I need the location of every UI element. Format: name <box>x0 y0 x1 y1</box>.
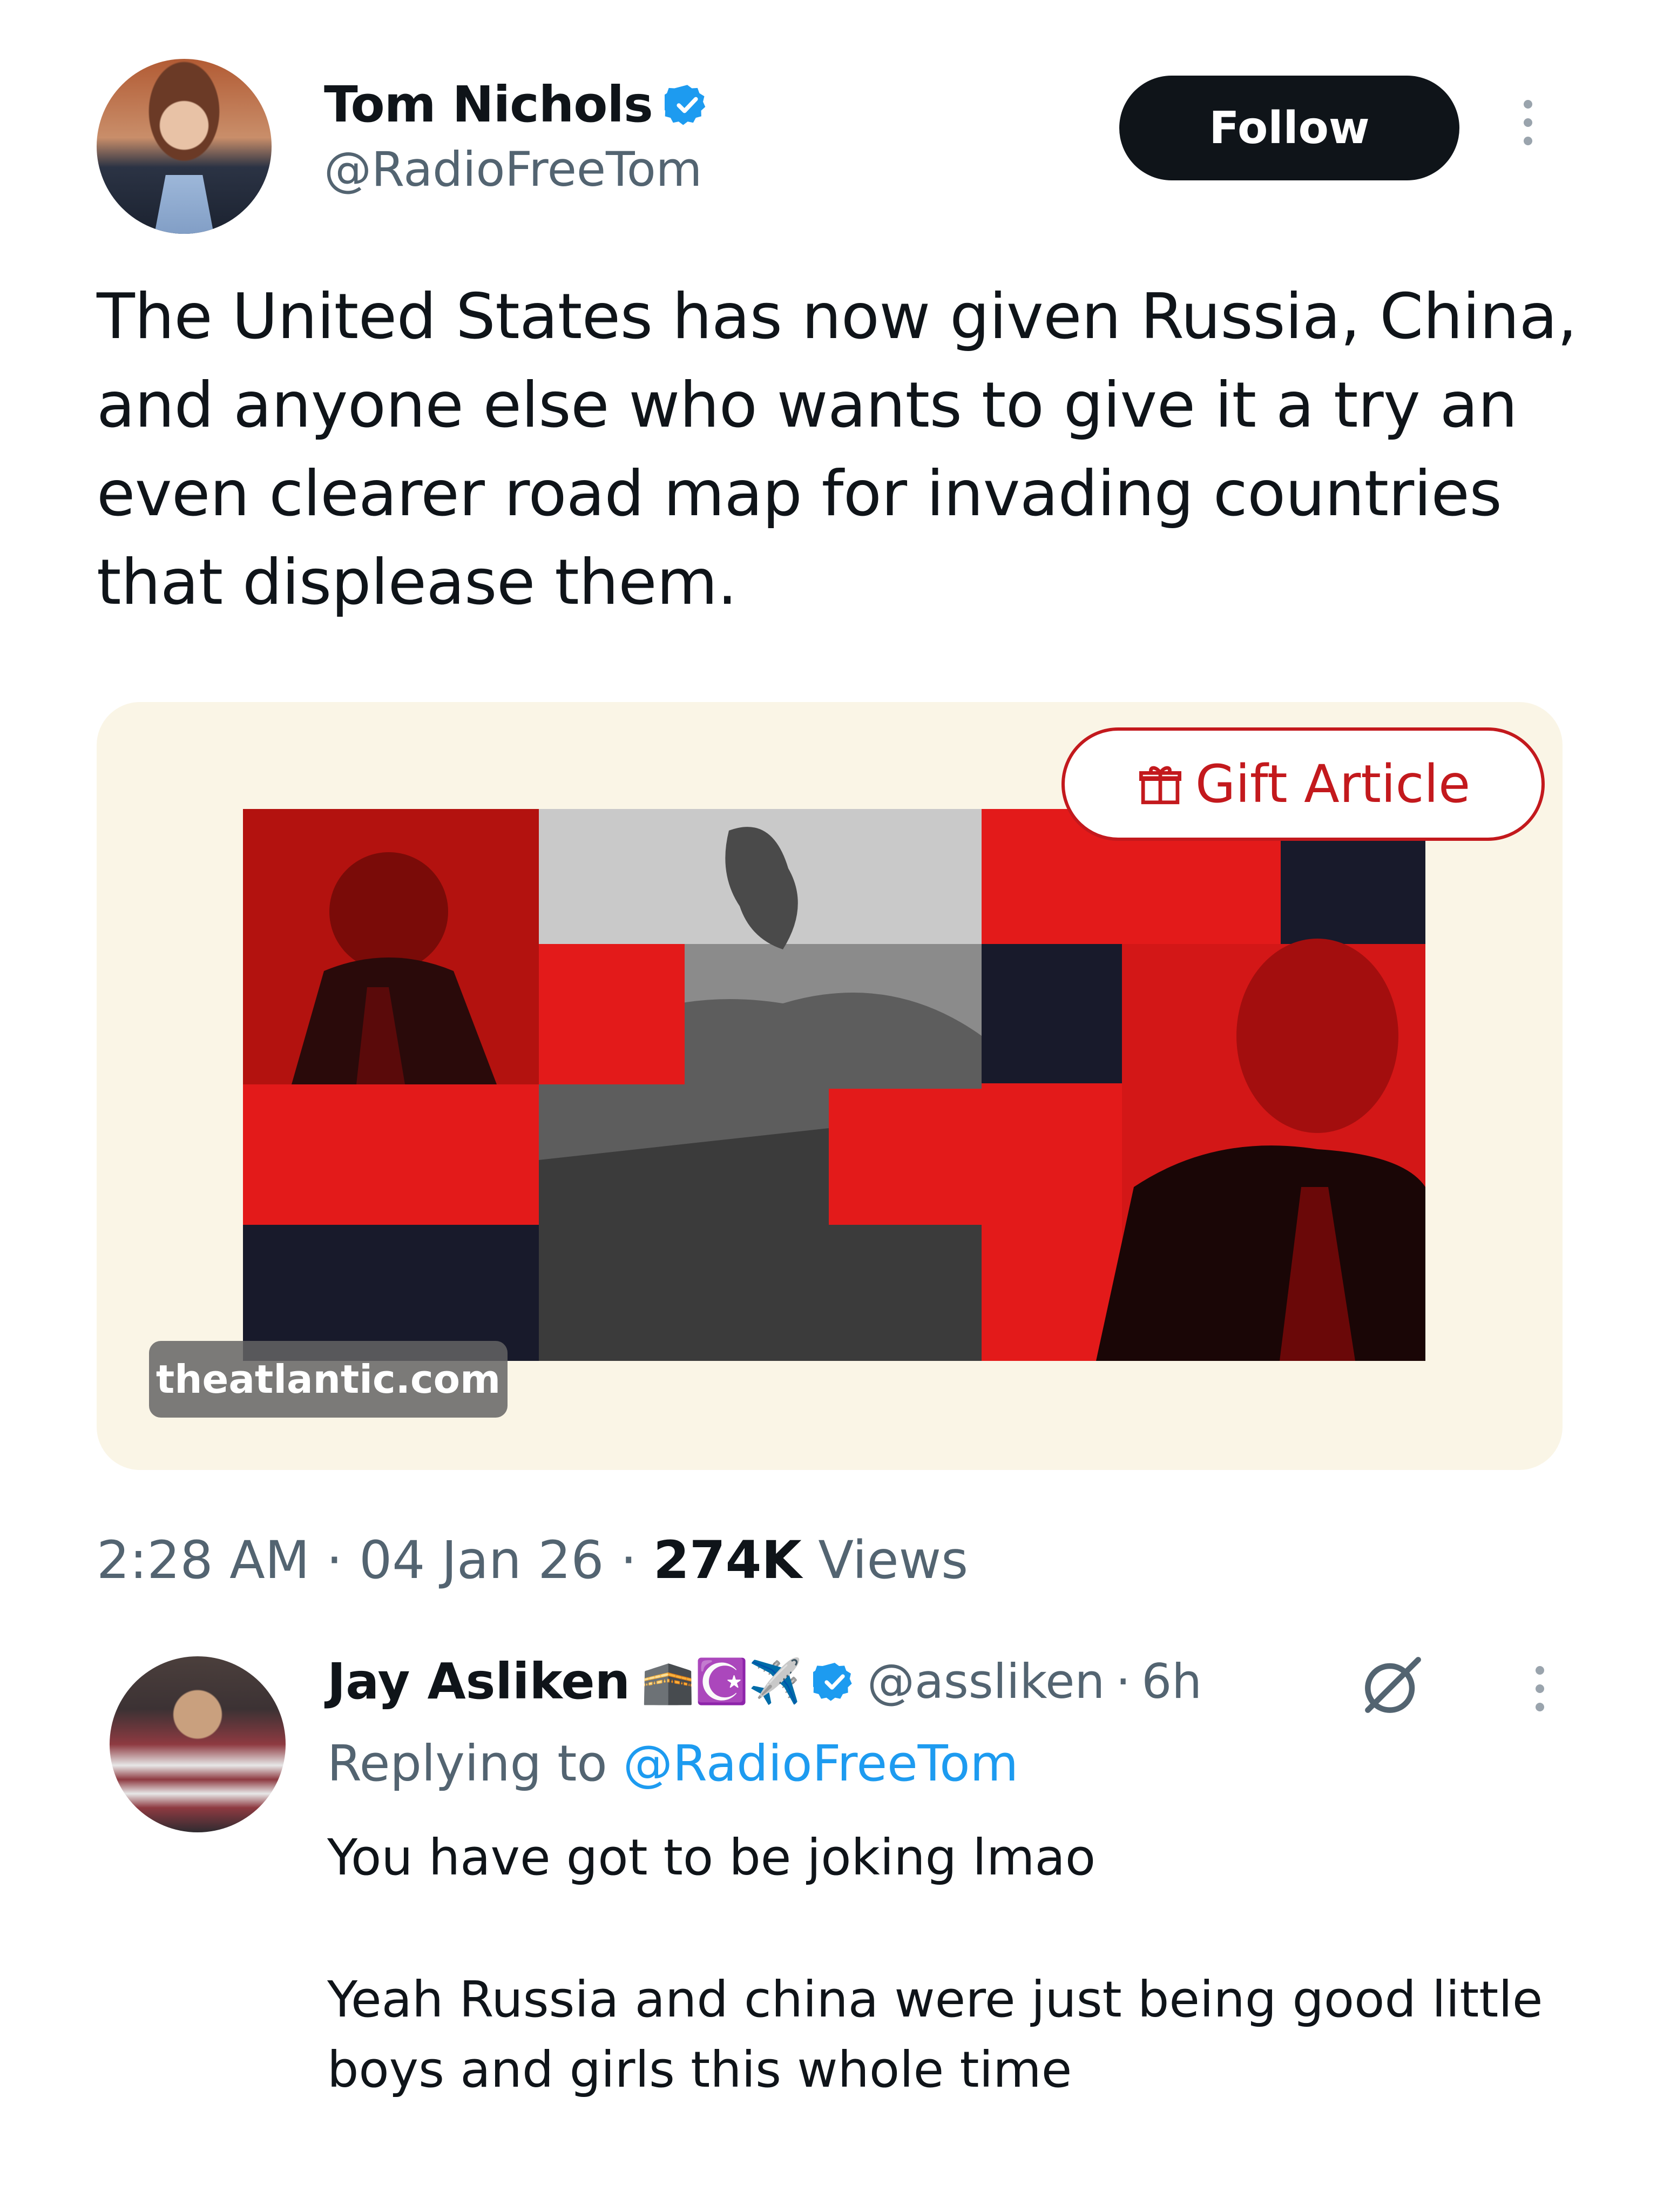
reply-author-name[interactable]: Jay Asliken <box>327 1653 630 1710</box>
gift-article-label: Gift Article <box>1195 754 1471 814</box>
follow-button[interactable]: Follow <box>1119 76 1459 180</box>
separator: · <box>326 1530 343 1590</box>
verified-badge-icon <box>813 1662 852 1701</box>
tweet-time[interactable]: 2:28 AM <box>97 1530 310 1590</box>
separator: · <box>1115 1654 1131 1709</box>
replying-to-prefix: Replying to <box>327 1735 607 1792</box>
reply-header: Jay Asliken 🕋☪️✈️ @assliken · 6h <box>327 1653 1202 1710</box>
separator: · <box>620 1530 637 1590</box>
views-count: 274K <box>653 1530 802 1590</box>
verified-badge-icon <box>664 84 705 125</box>
views-label: Views <box>818 1530 969 1590</box>
gift-icon <box>1139 766 1181 805</box>
author-name-row[interactable]: Tom Nichols <box>324 76 710 133</box>
more-options-icon[interactable] <box>1517 100 1539 145</box>
replying-to-handle[interactable]: @RadioFreeTom <box>623 1735 1018 1792</box>
gift-article-button[interactable]: Gift Article <box>1061 727 1545 841</box>
card-source-badge[interactable]: theatlantic.com <box>149 1341 508 1418</box>
reply-more-options-icon[interactable] <box>1529 1666 1551 1711</box>
reply-age[interactable]: 6h <box>1141 1654 1202 1709</box>
author-avatar[interactable] <box>97 59 272 234</box>
grok-icon[interactable] <box>1355 1647 1431 1723</box>
reply-text-line2: Yeah Russia and china were just being go… <box>327 1971 1543 2099</box>
replying-to: Replying to @RadioFreeTom <box>327 1735 1018 1792</box>
tweet-text: The United States has now given Russia, … <box>97 280 1577 619</box>
tweet-meta: 2:28 AM · 04 Jan 26 · 274K Views <box>97 1530 968 1590</box>
reply-author-avatar[interactable] <box>110 1656 286 1832</box>
author-handle[interactable]: @RadioFreeTom <box>324 141 702 197</box>
card-image[interactable] <box>243 809 1425 1361</box>
author-name[interactable]: Tom Nichols <box>324 76 653 133</box>
reply-text-line1: You have got to be joking lmao <box>327 1829 1096 1886</box>
tweet-date[interactable]: 04 Jan 26 <box>359 1530 604 1590</box>
reply-handle[interactable]: @assliken <box>867 1654 1105 1709</box>
name-emojis: 🕋☪️✈️ <box>641 1656 802 1707</box>
